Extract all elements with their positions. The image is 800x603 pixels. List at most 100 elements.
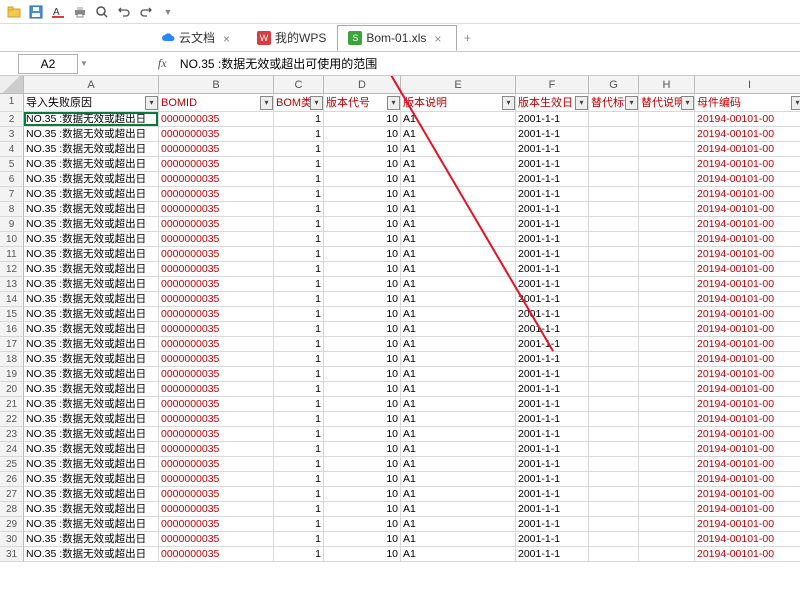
data-cell[interactable]: 20194-00101-00 xyxy=(695,472,800,487)
data-cell[interactable]: 10 xyxy=(324,127,401,142)
data-cell[interactable]: A1 xyxy=(401,442,516,457)
data-cell[interactable]: 10 xyxy=(324,472,401,487)
data-cell[interactable] xyxy=(589,262,639,277)
folder-icon[interactable] xyxy=(6,4,22,20)
data-cell[interactable]: 1 xyxy=(274,442,324,457)
data-cell[interactable]: NO.35 :数据无效或超出日 xyxy=(24,217,159,232)
data-cell[interactable]: 0000000035 xyxy=(159,202,274,217)
data-cell[interactable]: 20194-00101-00 xyxy=(695,412,800,427)
data-cell[interactable]: 10 xyxy=(324,217,401,232)
name-box[interactable] xyxy=(18,54,78,74)
data-cell[interactable]: 2001-1-1 xyxy=(516,382,589,397)
data-cell[interactable]: 10 xyxy=(324,187,401,202)
header-cell[interactable]: 替代说明▾ xyxy=(639,94,695,112)
filter-dropdown-icon[interactable]: ▾ xyxy=(791,96,800,110)
column-header[interactable]: D xyxy=(324,76,401,94)
data-cell[interactable]: NO.35 :数据无效或超出日 xyxy=(24,322,159,337)
data-cell[interactable]: 0000000035 xyxy=(159,457,274,472)
data-cell[interactable]: NO.35 :数据无效或超出日 xyxy=(24,547,159,562)
data-cell[interactable]: 20194-00101-00 xyxy=(695,517,800,532)
data-cell[interactable]: 0000000035 xyxy=(159,157,274,172)
data-cell[interactable] xyxy=(639,262,695,277)
data-cell[interactable]: NO.35 :数据无效或超出日 xyxy=(24,352,159,367)
data-cell[interactable]: 0000000035 xyxy=(159,217,274,232)
row-header[interactable]: 28 xyxy=(0,502,24,517)
data-cell[interactable]: A1 xyxy=(401,427,516,442)
data-cell[interactable]: A1 xyxy=(401,487,516,502)
fontcolor-icon[interactable]: A xyxy=(50,4,66,20)
data-cell[interactable]: 20194-00101-00 xyxy=(695,202,800,217)
data-cell[interactable]: A1 xyxy=(401,187,516,202)
data-cell[interactable] xyxy=(589,442,639,457)
data-cell[interactable]: NO.35 :数据无效或超出日 xyxy=(24,517,159,532)
data-cell[interactable] xyxy=(639,532,695,547)
data-cell[interactable]: 20194-00101-00 xyxy=(695,112,800,127)
data-cell[interactable] xyxy=(589,487,639,502)
data-cell[interactable]: 20194-00101-00 xyxy=(695,442,800,457)
column-header[interactable]: I xyxy=(695,76,800,94)
row-header[interactable]: 20 xyxy=(0,382,24,397)
data-cell[interactable]: NO.35 :数据无效或超出日 xyxy=(24,172,159,187)
data-cell[interactable] xyxy=(589,502,639,517)
data-cell[interactable] xyxy=(639,397,695,412)
row-header[interactable]: 3 xyxy=(0,127,24,142)
data-cell[interactable]: 0000000035 xyxy=(159,307,274,322)
data-cell[interactable] xyxy=(639,142,695,157)
data-cell[interactable] xyxy=(639,412,695,427)
data-cell[interactable]: NO.35 :数据无效或超出日 xyxy=(24,412,159,427)
add-tab-button[interactable]: + xyxy=(457,31,477,45)
data-cell[interactable]: 0000000035 xyxy=(159,322,274,337)
data-cell[interactable]: NO.35 :数据无效或超出日 xyxy=(24,337,159,352)
data-cell[interactable]: A1 xyxy=(401,127,516,142)
data-cell[interactable] xyxy=(589,457,639,472)
data-cell[interactable]: 2001-1-1 xyxy=(516,322,589,337)
header-cell[interactable]: BOMID▾ xyxy=(159,94,274,112)
data-cell[interactable] xyxy=(639,502,695,517)
data-cell[interactable]: 20194-00101-00 xyxy=(695,217,800,232)
data-cell[interactable]: 1 xyxy=(274,262,324,277)
data-cell[interactable]: 20194-00101-00 xyxy=(695,292,800,307)
row-header[interactable]: 11 xyxy=(0,247,24,262)
data-cell[interactable]: 1 xyxy=(274,337,324,352)
data-cell[interactable] xyxy=(639,217,695,232)
data-cell[interactable]: 0000000035 xyxy=(159,232,274,247)
data-cell[interactable]: 20194-00101-00 xyxy=(695,367,800,382)
data-cell[interactable]: 10 xyxy=(324,367,401,382)
data-cell[interactable]: NO.35 :数据无效或超出日 xyxy=(24,457,159,472)
data-cell[interactable]: 10 xyxy=(324,337,401,352)
header-cell[interactable]: 导入失败原因▾ xyxy=(24,94,159,112)
data-cell[interactable]: 20194-00101-00 xyxy=(695,142,800,157)
print-icon[interactable] xyxy=(72,4,88,20)
data-cell[interactable]: 2001-1-1 xyxy=(516,442,589,457)
data-cell[interactable]: NO.35 :数据无效或超出日 xyxy=(24,262,159,277)
row-header[interactable]: 8 xyxy=(0,202,24,217)
data-cell[interactable]: 2001-1-1 xyxy=(516,262,589,277)
data-cell[interactable]: 10 xyxy=(324,532,401,547)
data-cell[interactable] xyxy=(639,127,695,142)
data-cell[interactable]: 2001-1-1 xyxy=(516,277,589,292)
data-cell[interactable]: NO.35 :数据无效或超出日 xyxy=(24,127,159,142)
data-cell[interactable] xyxy=(589,352,639,367)
data-cell[interactable]: 10 xyxy=(324,442,401,457)
data-cell[interactable]: 0000000035 xyxy=(159,442,274,457)
data-cell[interactable]: 10 xyxy=(324,352,401,367)
data-cell[interactable] xyxy=(639,187,695,202)
data-cell[interactable]: 10 xyxy=(324,262,401,277)
data-cell[interactable]: A1 xyxy=(401,277,516,292)
data-cell[interactable]: 20194-00101-00 xyxy=(695,262,800,277)
data-cell[interactable]: 10 xyxy=(324,202,401,217)
filter-dropdown-icon[interactable]: ▾ xyxy=(260,96,273,110)
data-cell[interactable]: 2001-1-1 xyxy=(516,202,589,217)
data-cell[interactable]: 20194-00101-00 xyxy=(695,502,800,517)
data-cell[interactable] xyxy=(639,247,695,262)
row-header[interactable]: 26 xyxy=(0,472,24,487)
data-cell[interactable]: 0000000035 xyxy=(159,412,274,427)
data-cell[interactable]: A1 xyxy=(401,202,516,217)
header-cell[interactable]: 版本生效日▾ xyxy=(516,94,589,112)
data-cell[interactable]: 1 xyxy=(274,202,324,217)
data-cell[interactable]: 10 xyxy=(324,487,401,502)
data-cell[interactable]: 10 xyxy=(324,112,401,127)
data-cell[interactable] xyxy=(589,277,639,292)
data-cell[interactable]: A1 xyxy=(401,157,516,172)
data-cell[interactable]: 0000000035 xyxy=(159,142,274,157)
